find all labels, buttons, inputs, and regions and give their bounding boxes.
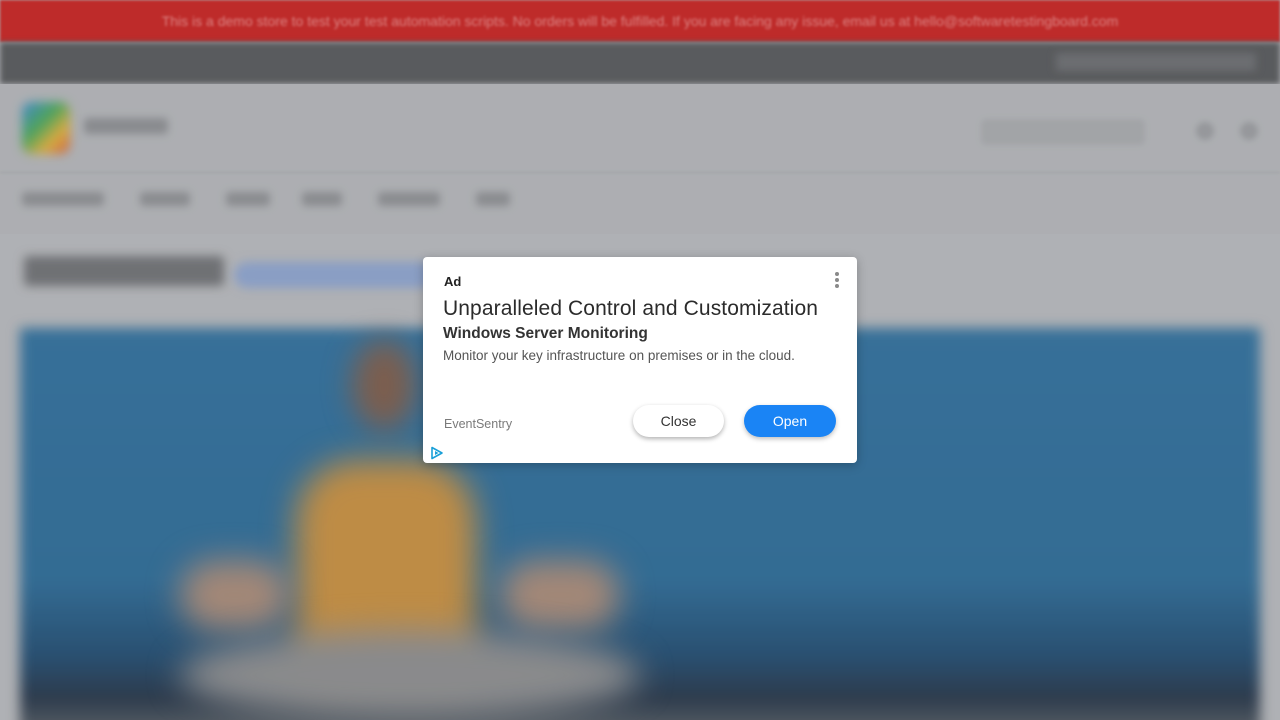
close-button[interactable]: Close — [633, 405, 724, 437]
ad-body[interactable]: Monitor your key infrastructure on premi… — [443, 348, 795, 363]
ad-headline[interactable]: Unparalleled Control and Customization — [443, 297, 843, 321]
adchoices-icon[interactable] — [430, 446, 444, 460]
ad-dialog: Ad Unparalleled Control and Customizatio… — [423, 257, 857, 463]
ad-subheadline[interactable]: Windows Server Monitoring — [443, 325, 648, 343]
more-vertical-icon[interactable] — [829, 271, 845, 291]
ad-advertiser[interactable]: EventSentry — [444, 417, 512, 431]
open-button[interactable]: Open — [744, 405, 836, 437]
ad-label: Ad — [444, 274, 462, 289]
